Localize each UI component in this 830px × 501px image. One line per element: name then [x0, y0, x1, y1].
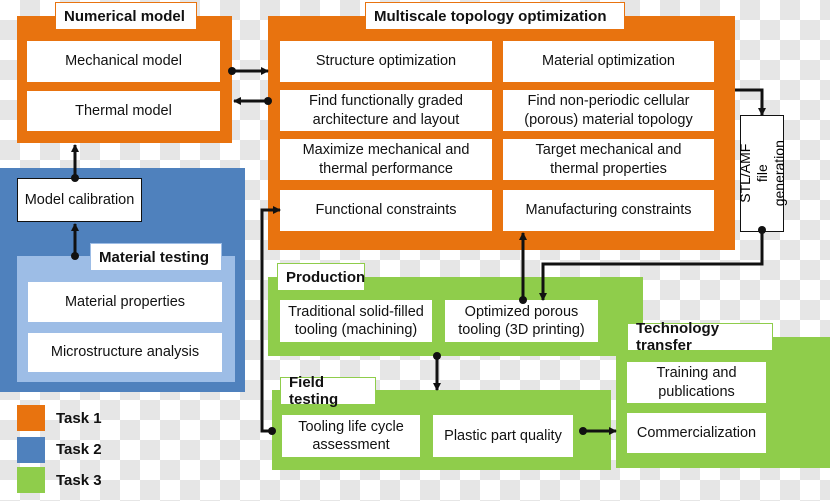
connectors: [71, 67, 766, 435]
arrow-field-to-constraints: [260, 206, 281, 433]
arrow-stl-to-porous: [539, 230, 764, 301]
arrow-multiscale-to-stl: [735, 88, 766, 116]
diagram: Numerical model Mechanical model Thermal…: [0, 0, 830, 501]
